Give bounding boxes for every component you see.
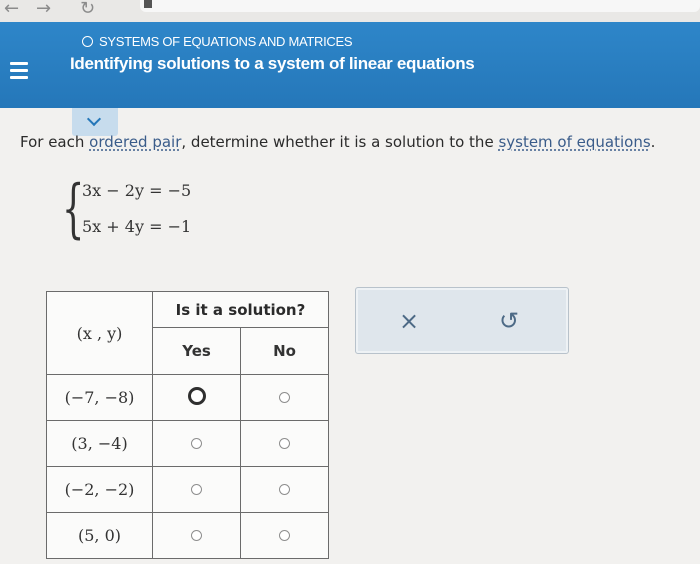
solution-question-header: Is it a solution? (152, 291, 329, 328)
instruction-prefix: For each (20, 133, 90, 151)
equation-1: 3x − 2y = −5 (82, 181, 192, 200)
instruction-middle: , determine whether it is a solution to … (181, 133, 499, 151)
yes-radio-selected[interactable] (187, 386, 206, 405)
browser-toolbar: ← → ↻ (0, 0, 700, 22)
table-row: (−2, −2) (46, 466, 329, 513)
yes-radio[interactable] (191, 438, 202, 449)
circle-outline-icon (82, 36, 93, 47)
pair-column-header: (x , y) (46, 291, 153, 375)
no-radio[interactable] (279, 438, 290, 449)
yes-radio[interactable] (191, 530, 202, 541)
table-row: (3, −4) (46, 420, 329, 467)
instruction-text: For each ordered pair, determine whether… (20, 133, 655, 151)
no-radio[interactable] (279, 484, 290, 495)
ordered-pair-cell: (5, 0) (46, 512, 153, 559)
yes-cell[interactable] (152, 374, 241, 421)
yes-column-header: Yes (152, 327, 241, 375)
topic-label: SYSTEMS OF EQUATIONS AND MATRICES (99, 34, 353, 49)
no-radio[interactable] (279, 392, 290, 403)
ordered-pair-cell: (3, −4) (46, 420, 153, 467)
header-text: SYSTEMS OF EQUATIONS AND MATRICES Identi… (70, 34, 475, 74)
ordered-pair-cell: (−7, −8) (46, 374, 153, 421)
x-icon[interactable]: × (394, 306, 424, 336)
chevron-down-icon (86, 111, 102, 127)
ordered-pair-cell: (−2, −2) (46, 466, 153, 513)
undo-icon[interactable]: ↺ (494, 306, 524, 336)
system-of-equations-link[interactable]: system of equations (498, 133, 650, 151)
table-row: (−7, −8) (46, 374, 329, 421)
back-arrow-icon[interactable]: ← (4, 0, 19, 19)
topic-row: SYSTEMS OF EQUATIONS AND MATRICES (70, 34, 474, 49)
lesson-title: Identifying solutions to a system of lin… (70, 54, 475, 73)
yes-cell[interactable] (152, 420, 241, 467)
no-cell[interactable] (240, 420, 329, 467)
hamburger-icon[interactable] (10, 62, 28, 80)
reload-icon[interactable]: ↻ (80, 0, 95, 19)
address-bar[interactable] (140, 0, 700, 12)
lock-icon (144, 0, 152, 8)
no-cell[interactable] (240, 466, 329, 513)
answer-actions-panel: × ↺ (355, 287, 569, 354)
no-cell[interactable] (240, 374, 329, 421)
collapse-toggle[interactable] (72, 108, 118, 136)
table-row: (5, 0) (46, 512, 329, 559)
yes-cell[interactable] (152, 466, 241, 513)
equation-2: 5x + 4y = −1 (82, 217, 192, 236)
instruction-suffix: . (650, 133, 656, 151)
forward-arrow-icon[interactable]: → (36, 0, 51, 19)
ordered-pair-link[interactable]: ordered pair (89, 133, 181, 151)
yes-cell[interactable] (152, 512, 241, 559)
lesson-header: SYSTEMS OF EQUATIONS AND MATRICES Identi… (0, 22, 700, 108)
no-cell[interactable] (240, 512, 329, 559)
solution-table: (x , y) Is it a solution? Yes No (−7, −8… (46, 291, 329, 559)
no-column-header: No (240, 327, 329, 375)
no-radio[interactable] (279, 530, 290, 541)
yes-radio[interactable] (191, 484, 202, 495)
